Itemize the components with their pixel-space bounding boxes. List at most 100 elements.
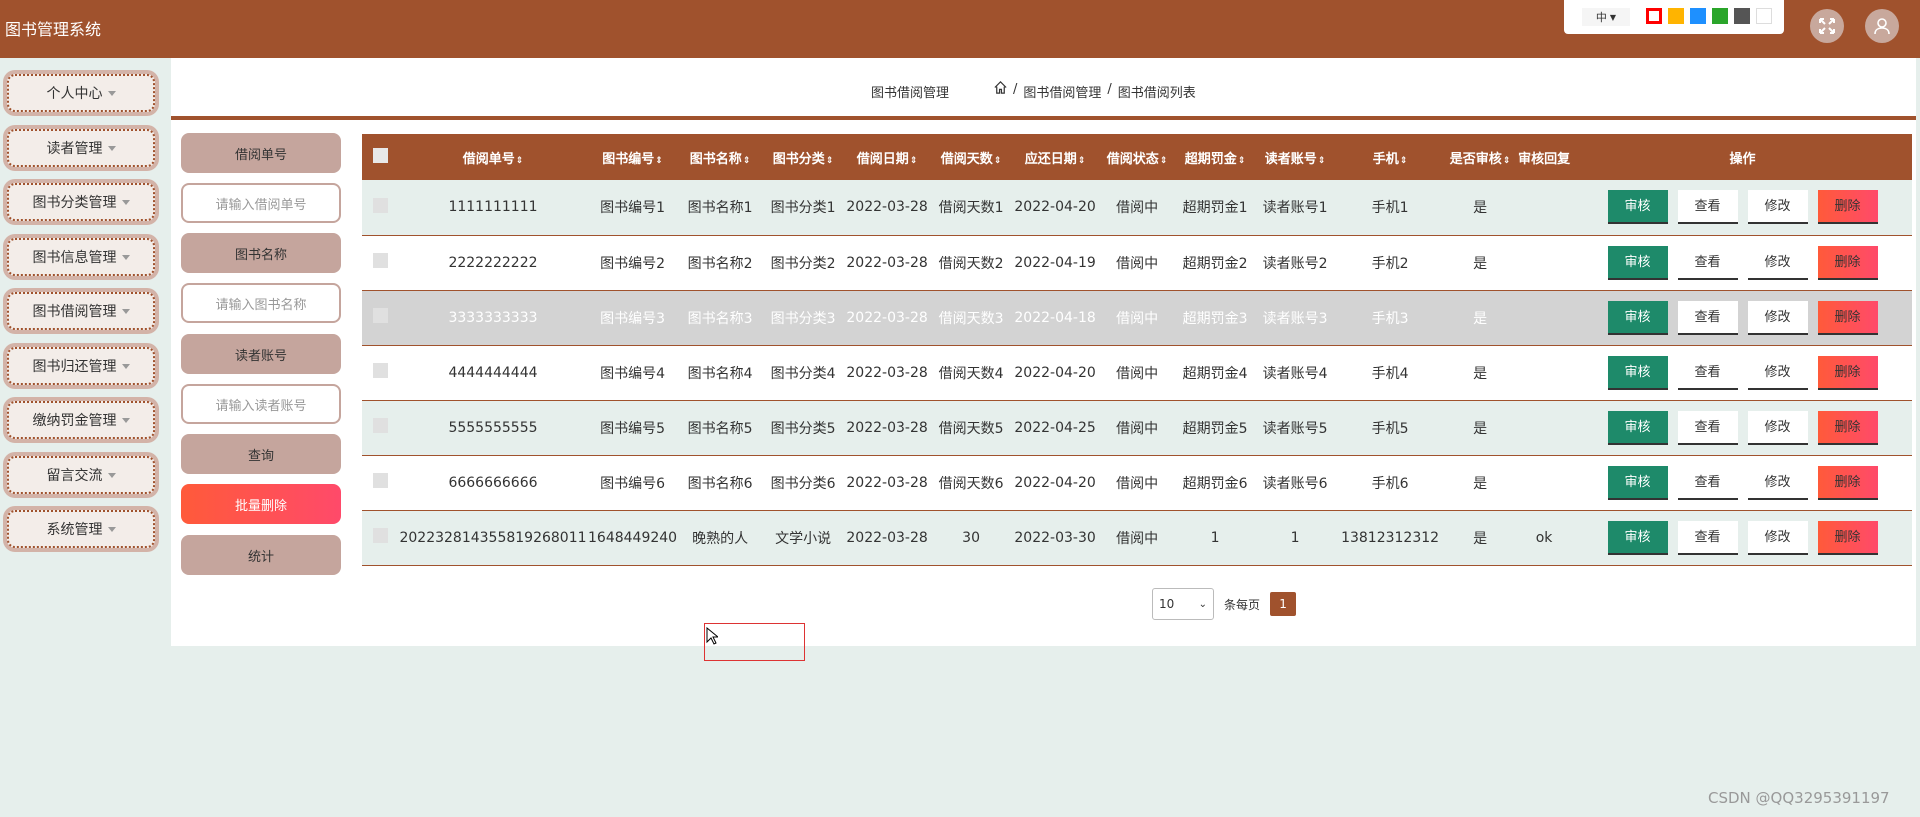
header-book-category[interactable]: 图书分类⇕ xyxy=(763,134,844,180)
sidebar-item-return-management[interactable]: 图书归还管理 xyxy=(3,343,159,389)
table-row[interactable]: 5555555555 图书编号5 图书名称5 图书分类5 2022-03-28 … xyxy=(362,400,1912,456)
edit-button[interactable]: 修改 xyxy=(1747,190,1808,225)
sidebar-item-reader-management[interactable]: 读者管理 xyxy=(3,125,159,171)
sort-icon[interactable]: ⇕ xyxy=(1160,156,1168,166)
view-button[interactable]: 查看 xyxy=(1677,465,1738,500)
row-checkbox[interactable] xyxy=(372,473,388,488)
delete-button[interactable]: 删除 xyxy=(1817,410,1878,445)
header-book-name[interactable]: 图书名称⇕ xyxy=(677,134,764,180)
sort-icon[interactable]: ⇕ xyxy=(655,156,663,166)
table-row[interactable]: 20223281435581926801​1 1648449240 晚熟的人 文… xyxy=(362,510,1912,566)
sidebar-item-personal-center[interactable]: 个人中心 xyxy=(3,70,159,116)
sort-icon[interactable]: ⇕ xyxy=(1318,156,1326,166)
table-row[interactable]: 4444444444 图书编号4 图书名称4 图书分类4 2022-03-28 … xyxy=(362,345,1912,401)
edit-button[interactable]: 修改 xyxy=(1747,465,1808,500)
audit-button[interactable]: 审核 xyxy=(1607,465,1668,500)
row-checkbox[interactable] xyxy=(372,363,388,378)
header-overdue-fine[interactable]: 超期罚金⇕ xyxy=(1175,134,1256,180)
sort-icon[interactable]: ⇕ xyxy=(994,156,1002,166)
user-avatar-icon[interactable] xyxy=(1865,9,1899,43)
theme-swatch-red[interactable] xyxy=(1646,8,1662,24)
theme-swatch-blue[interactable] xyxy=(1690,8,1706,24)
audit-button[interactable]: 审核 xyxy=(1607,190,1668,225)
sidebar-item-messages[interactable]: 留言交流 xyxy=(3,452,159,498)
select-all-checkbox[interactable] xyxy=(372,147,388,163)
batch-delete-button[interactable]: 批量删除 xyxy=(181,484,341,524)
row-checkbox[interactable] xyxy=(372,528,388,543)
edit-button[interactable]: 修改 xyxy=(1747,245,1808,280)
book-name-input[interactable]: 请输入图书名称 xyxy=(181,283,341,323)
theme-swatch-dark[interactable] xyxy=(1734,8,1750,24)
edit-button[interactable]: 修改 xyxy=(1747,520,1808,555)
header-phone[interactable]: 手机⇕ xyxy=(1335,134,1446,180)
theme-swatch-green[interactable] xyxy=(1712,8,1728,24)
stats-button[interactable]: 统计 xyxy=(181,535,341,575)
sort-icon[interactable]: ⇕ xyxy=(516,156,524,166)
header-borrow-date[interactable]: 借阅日期⇕ xyxy=(843,134,932,180)
query-button[interactable]: 查询 xyxy=(181,434,341,474)
audit-button[interactable]: 审核 xyxy=(1607,410,1668,445)
header-label: 手机 xyxy=(1372,151,1399,167)
fullscreen-icon[interactable] xyxy=(1810,9,1844,43)
audit-button[interactable]: 审核 xyxy=(1607,355,1668,390)
home-icon[interactable] xyxy=(993,80,1008,99)
sidebar-item-label: 缴纳罚金管理 xyxy=(32,413,117,429)
table-row[interactable]: 3333333333 图书编号3 图书名称3 图书分类3 2022-03-28 … xyxy=(362,290,1912,346)
delete-button[interactable]: 删除 xyxy=(1817,245,1878,280)
edit-button[interactable]: 修改 xyxy=(1747,410,1808,445)
header-is-audited[interactable]: 是否审核⇕ xyxy=(1445,134,1516,180)
view-button[interactable]: 查看 xyxy=(1677,410,1738,445)
sort-icon[interactable]: ⇕ xyxy=(1238,156,1246,166)
audit-button[interactable]: 审核 xyxy=(1607,300,1668,335)
edit-button[interactable]: 修改 xyxy=(1747,300,1808,335)
header-reader-account[interactable]: 读者账号⇕ xyxy=(1255,134,1336,180)
page-number-current[interactable]: 1 xyxy=(1270,592,1297,616)
reader-account-input[interactable]: 请输入读者账号 xyxy=(181,384,341,424)
table-row[interactable]: 6666666666 图书编号6 图书名称6 图书分类6 2022-03-28 … xyxy=(362,455,1912,511)
table-row[interactable]: 2222222222 图书编号2 图书名称2 图书分类2 2022-03-28 … xyxy=(362,235,1912,291)
audit-button[interactable]: 审核 xyxy=(1607,245,1668,280)
view-button[interactable]: 查看 xyxy=(1677,520,1738,555)
row-checkbox[interactable] xyxy=(372,253,388,268)
delete-button[interactable]: 删除 xyxy=(1817,300,1878,335)
header-due-date[interactable]: 应还日期⇕ xyxy=(1011,134,1100,180)
borrow-no-input[interactable]: 请输入借阅单号 xyxy=(181,183,341,223)
sidebar-item-book-info-management[interactable]: 图书信息管理 xyxy=(3,234,159,280)
sort-icon[interactable]: ⇕ xyxy=(743,156,751,166)
sidebar-item-category-management[interactable]: 图书分类管理 xyxy=(3,179,159,225)
sidebar-item-borrow-management[interactable]: 图书借阅管理 xyxy=(3,288,159,334)
delete-button[interactable]: 删除 xyxy=(1817,520,1878,555)
sort-icon[interactable]: ⇕ xyxy=(1503,156,1511,166)
delete-button[interactable]: 删除 xyxy=(1817,190,1878,225)
theme-swatch-yellow[interactable] xyxy=(1668,8,1684,24)
sidebar-item-fine-management[interactable]: 缴纳罚金管理 xyxy=(3,397,159,443)
header-book-no[interactable]: 图书编号⇕ xyxy=(588,134,678,180)
row-checkbox[interactable] xyxy=(372,197,388,213)
theme-swatch-white[interactable] xyxy=(1756,8,1772,24)
view-button[interactable]: 查看 xyxy=(1677,355,1738,390)
view-button[interactable]: 查看 xyxy=(1677,245,1738,280)
delete-button[interactable]: 删除 xyxy=(1817,465,1878,500)
header-borrow-days[interactable]: 借阅天数⇕ xyxy=(931,134,1012,180)
sidebar-item-label: 图书归还管理 xyxy=(32,359,117,375)
page-size-select[interactable]: 10 ⌄ xyxy=(1152,588,1214,620)
language-select[interactable]: 中 ▼ xyxy=(1582,8,1630,26)
delete-button[interactable]: 删除 xyxy=(1817,355,1878,390)
sort-icon[interactable]: ⇕ xyxy=(1078,156,1086,166)
table-row[interactable]: 1111111111 图书编号1 图书名称1 图书分类1 2022-03-28 … xyxy=(362,180,1912,236)
borrow-table: 借阅单号⇕ 图书编号⇕ 图书名称⇕ 图书分类⇕ 借阅日期⇕ 借阅天数⇕ 应还日期… xyxy=(362,134,1912,566)
view-button[interactable]: 查看 xyxy=(1677,190,1738,225)
sidebar-item-system-management[interactable]: 系统管理 xyxy=(3,506,159,552)
cell-actions: 审核 查看 修改 删除 xyxy=(1573,345,1912,401)
breadcrumb-level1[interactable]: 图书借阅管理 xyxy=(1023,82,1101,101)
header-borrow-status[interactable]: 借阅状态⇕ xyxy=(1099,134,1176,180)
sort-icon[interactable]: ⇕ xyxy=(826,156,834,166)
view-button[interactable]: 查看 xyxy=(1677,300,1738,335)
audit-button[interactable]: 审核 xyxy=(1607,520,1668,555)
row-checkbox[interactable] xyxy=(372,308,388,323)
edit-button[interactable]: 修改 xyxy=(1747,355,1808,390)
header-borrow-no[interactable]: 借阅单号⇕ xyxy=(398,134,588,180)
row-checkbox[interactable] xyxy=(372,418,388,433)
sort-icon[interactable]: ⇕ xyxy=(1400,156,1408,166)
sort-icon[interactable]: ⇕ xyxy=(910,156,918,166)
